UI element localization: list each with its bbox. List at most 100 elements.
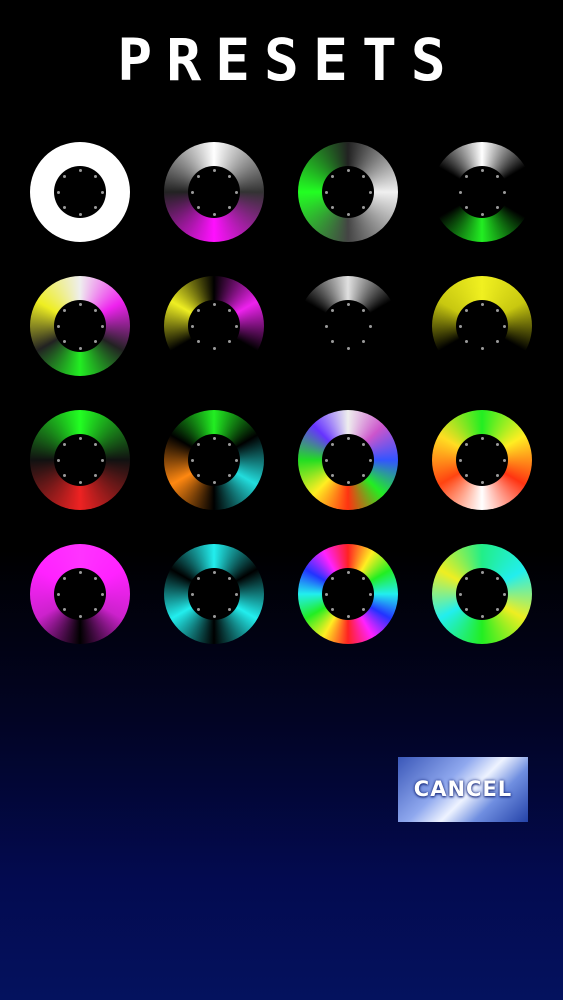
- preset-full-rainbow[interactable]: [298, 544, 398, 644]
- preset-marker-dot: [346, 480, 350, 484]
- preset-marker-dot: [196, 442, 200, 446]
- preset-marker-dot: [234, 592, 238, 596]
- preset-marker-dot: [346, 212, 350, 216]
- preset-white-top[interactable]: [298, 276, 398, 376]
- preset-marker-dot: [190, 190, 194, 194]
- preset-marker-dot: [496, 442, 500, 446]
- preset-center: [322, 434, 374, 486]
- preset-marker-dot: [212, 212, 216, 216]
- preset-center: [322, 166, 374, 218]
- preset-marker-dot: [212, 436, 216, 440]
- preset-marker-dot: [362, 576, 366, 580]
- preset-marker-dot: [196, 340, 200, 344]
- preset-marker-dot: [94, 308, 98, 312]
- preset-marker-dot: [496, 308, 500, 312]
- preset-marker-dot: [458, 190, 462, 194]
- preset-marker-dot: [330, 206, 334, 210]
- preset-marker-dot: [196, 308, 200, 312]
- preset-marker-dot: [234, 190, 238, 194]
- preset-magenta[interactable]: [30, 544, 130, 644]
- preset-marker-dot: [480, 212, 484, 216]
- preset-marker-dot: [480, 570, 484, 574]
- preset-marker-dot: [324, 324, 328, 328]
- preset-marker-dot: [56, 458, 60, 462]
- preset-marker-dot: [458, 324, 462, 328]
- preset-marker-dot: [212, 302, 216, 306]
- presets-grid: [30, 142, 533, 644]
- preset-marker-dot: [502, 190, 506, 194]
- preset-center: [54, 300, 106, 352]
- preset-marker-dot: [362, 308, 366, 312]
- preset-magenta-yellow[interactable]: [164, 276, 264, 376]
- preset-white[interactable]: [30, 142, 130, 242]
- preset-marker-dot: [330, 576, 334, 580]
- preset-marker-dot: [190, 324, 194, 328]
- preset-center: [54, 434, 106, 486]
- preset-cyan[interactable]: [164, 544, 264, 644]
- preset-marker-dot: [212, 346, 216, 350]
- preset-marker-dot: [502, 324, 506, 328]
- preset-marker-dot: [234, 324, 238, 328]
- preset-marker-dot: [78, 614, 82, 618]
- preset-marker-dot: [362, 442, 366, 446]
- preset-marker-dot: [62, 576, 66, 580]
- preset-marker-dot: [212, 614, 216, 618]
- preset-marker-dot: [330, 308, 334, 312]
- preset-marker-dot: [330, 608, 334, 612]
- preset-marker-dot: [196, 576, 200, 580]
- preset-marker-dot: [234, 458, 238, 462]
- preset-marker-dot: [324, 458, 328, 462]
- preset-marker-dot: [464, 340, 468, 344]
- page-title: PRESETS: [117, 26, 460, 94]
- preset-marker-dot: [464, 442, 468, 446]
- preset-marker-dot: [324, 592, 328, 596]
- preset-marker-dot: [228, 576, 232, 580]
- preset-marker-dot: [480, 168, 484, 172]
- preset-white-magenta[interactable]: [164, 142, 264, 242]
- preset-marker-dot: [100, 190, 104, 194]
- preset-marker-dot: [346, 570, 350, 574]
- preset-white-magenta-green-yellow[interactable]: [30, 276, 130, 376]
- preset-marker-dot: [362, 174, 366, 178]
- preset-marker-dot: [502, 458, 506, 462]
- preset-white-green-dark[interactable]: [432, 142, 532, 242]
- preset-marker-dot: [100, 592, 104, 596]
- preset-marker-dot: [100, 458, 104, 462]
- preset-marker-dot: [496, 174, 500, 178]
- preset-green-cyan-orange[interactable]: [164, 410, 264, 510]
- preset-marker-dot: [190, 592, 194, 596]
- preset-marker-dot: [480, 436, 484, 440]
- preset-marker-dot: [196, 174, 200, 178]
- preset-marker-dot: [346, 346, 350, 350]
- preset-yellow-top[interactable]: [432, 276, 532, 376]
- preset-center: [322, 568, 374, 620]
- preset-marker-dot: [62, 174, 66, 178]
- preset-marker-dot: [464, 474, 468, 478]
- preset-center: [322, 300, 374, 352]
- preset-center: [54, 166, 106, 218]
- preset-marker-dot: [78, 168, 82, 172]
- preset-marker-dot: [196, 608, 200, 612]
- preset-green-orange-white[interactable]: [432, 410, 532, 510]
- preset-marker-dot: [212, 168, 216, 172]
- preset-marker-dot: [330, 474, 334, 478]
- preset-marker-dot: [330, 174, 334, 178]
- preset-marker-dot: [78, 346, 82, 350]
- preset-marker-dot: [346, 614, 350, 618]
- preset-marker-dot: [346, 436, 350, 440]
- preset-marker-dot: [94, 174, 98, 178]
- preset-cyan-yellow-green[interactable]: [432, 544, 532, 644]
- preset-marker-dot: [480, 614, 484, 618]
- preset-white-green[interactable]: [298, 142, 398, 242]
- preset-marker-dot: [464, 308, 468, 312]
- preset-green-red[interactable]: [30, 410, 130, 510]
- preset-center: [188, 434, 240, 486]
- preset-rainbow-white[interactable]: [298, 410, 398, 510]
- preset-marker-dot: [464, 608, 468, 612]
- preset-marker-dot: [368, 190, 372, 194]
- preset-marker-dot: [480, 302, 484, 306]
- preset-marker-dot: [62, 206, 66, 210]
- cancel-button[interactable]: CANCEL: [398, 757, 528, 822]
- preset-marker-dot: [228, 308, 232, 312]
- preset-marker-dot: [502, 592, 506, 596]
